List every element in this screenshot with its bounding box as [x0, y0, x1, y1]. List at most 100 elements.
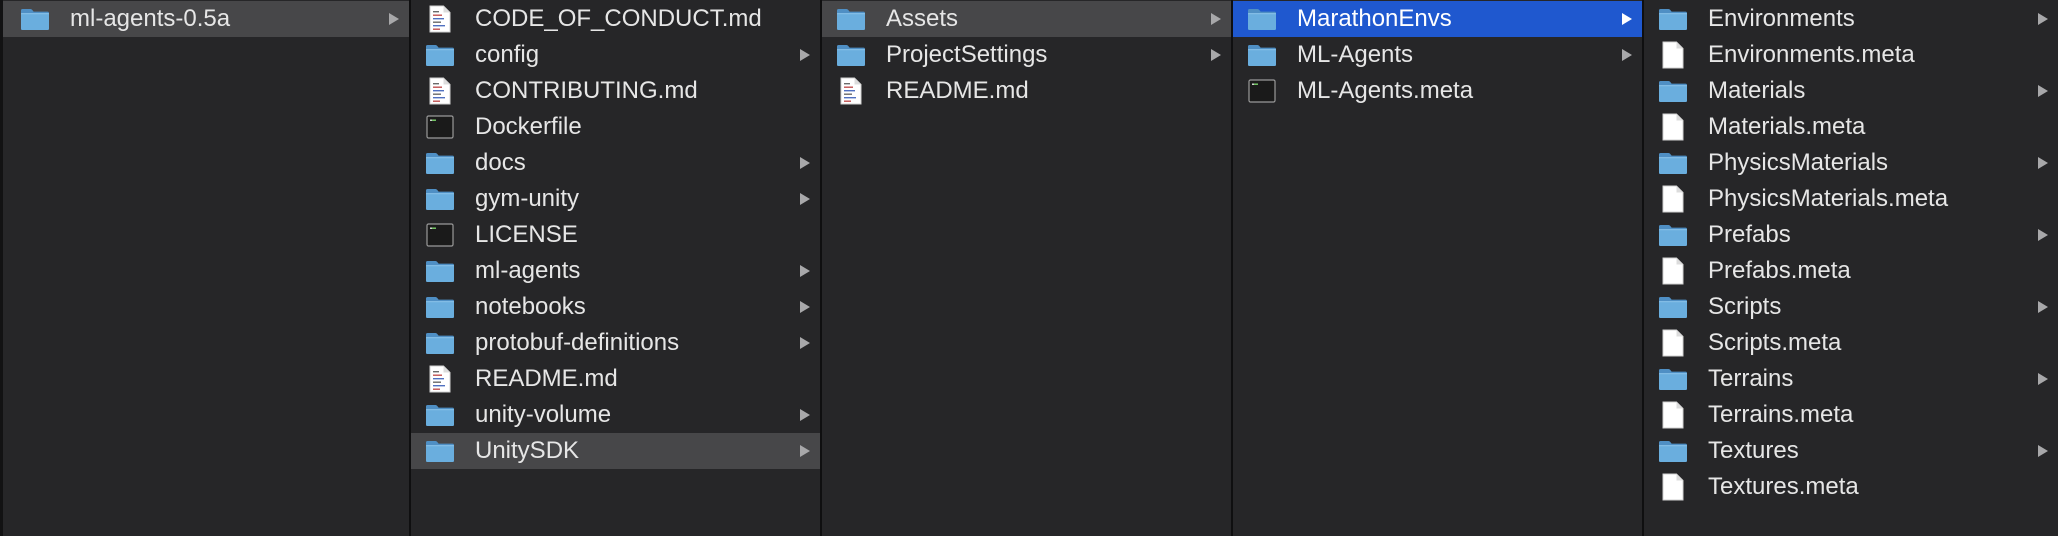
- item-label: MarathonEnvs: [1297, 5, 1452, 32]
- chevron-right-icon: [798, 155, 812, 171]
- list-item[interactable]: Prefabs: [1644, 217, 2058, 253]
- folder-icon: [1656, 292, 1690, 322]
- list-item[interactable]: Environments: [1644, 1, 2058, 37]
- list-item[interactable]: Materials.meta: [1644, 109, 2058, 145]
- chevron-right-icon: [798, 335, 812, 351]
- chevron-right-icon: [1209, 47, 1223, 63]
- folder-icon: [1245, 4, 1279, 34]
- list-item[interactable]: unity-volume: [411, 397, 820, 433]
- folder-icon: [1656, 76, 1690, 106]
- finder-column-browser: ml-agents-0.5a CODE_OF_CONDUCT.md config C…: [0, 0, 2058, 536]
- markdown-file-icon: [834, 76, 868, 106]
- chevron-right-icon: [798, 407, 812, 423]
- folder-icon: [1656, 220, 1690, 250]
- folder-icon: [423, 40, 457, 70]
- item-label: Prefabs.meta: [1708, 257, 1851, 284]
- folder-icon: [834, 4, 868, 34]
- folder-icon: [423, 436, 457, 466]
- item-label: Materials.meta: [1708, 113, 1866, 140]
- folder-icon: [423, 184, 457, 214]
- blank-file-icon: [1656, 400, 1690, 430]
- folder-icon: [1245, 40, 1279, 70]
- chevron-right-icon: [1209, 11, 1223, 27]
- list-item[interactable]: notebooks: [411, 289, 820, 325]
- list-item[interactable]: Terrains.meta: [1644, 397, 2058, 433]
- folder-icon: [1656, 4, 1690, 34]
- list-item[interactable]: Materials: [1644, 73, 2058, 109]
- chevron-right-icon: [2036, 83, 2050, 99]
- chevron-right-icon: [2036, 443, 2050, 459]
- list-item[interactable]: ml-agents-0.5a: [3, 1, 409, 37]
- list-item[interactable]: Dockerfile: [411, 109, 820, 145]
- blank-file-icon: [1656, 256, 1690, 286]
- markdown-file-icon: [423, 76, 457, 106]
- item-label: Textures.meta: [1708, 473, 1859, 500]
- list-item[interactable]: Assets: [822, 1, 1231, 37]
- chevron-right-icon: [798, 47, 812, 63]
- item-label: Environments.meta: [1708, 41, 1915, 68]
- list-item[interactable]: ML-Agents.meta: [1233, 73, 1642, 109]
- item-label: protobuf-definitions: [475, 329, 680, 356]
- list-item[interactable]: Textures: [1644, 433, 2058, 469]
- exec-file-icon: [1245, 76, 1279, 106]
- chevron-right-icon: [798, 443, 812, 459]
- markdown-file-icon: [423, 364, 457, 394]
- list-item[interactable]: Scripts.meta: [1644, 325, 2058, 361]
- item-label: Materials: [1708, 77, 1806, 104]
- item-label: CODE_OF_CONDUCT.md: [475, 5, 762, 32]
- folder-icon: [423, 328, 457, 358]
- chevron-right-icon: [2036, 371, 2050, 387]
- list-item[interactable]: ProjectSettings: [822, 37, 1231, 73]
- list-item[interactable]: config: [411, 37, 820, 73]
- column-2[interactable]: CODE_OF_CONDUCT.mdconfig CONTRIBUTING.md D…: [411, 0, 822, 536]
- list-item[interactable]: UnitySDK: [411, 433, 820, 469]
- list-item[interactable]: docs: [411, 145, 820, 181]
- list-item[interactable]: Terrains: [1644, 361, 2058, 397]
- chevron-right-icon: [798, 263, 812, 279]
- column-4[interactable]: MarathonEnvs ML-Agents ML-Agents.meta: [1233, 0, 1644, 536]
- list-item[interactable]: Textures.meta: [1644, 469, 2058, 505]
- item-label: config: [475, 41, 540, 68]
- list-item[interactable]: README.md: [411, 361, 820, 397]
- exec-file-icon: [423, 220, 457, 250]
- item-label: README.md: [886, 77, 1029, 104]
- item-label: Prefabs: [1708, 221, 1791, 248]
- chevron-right-icon: [2036, 227, 2050, 243]
- blank-file-icon: [1656, 40, 1690, 70]
- exec-file-icon: [423, 112, 457, 142]
- column-3[interactable]: Assets ProjectSettings README.md: [822, 0, 1233, 536]
- list-item[interactable]: PhysicsMaterials: [1644, 145, 2058, 181]
- item-label: ProjectSettings: [886, 41, 1048, 68]
- column-1[interactable]: ml-agents-0.5a: [0, 0, 411, 536]
- list-item[interactable]: MarathonEnvs: [1233, 1, 1642, 37]
- chevron-right-icon: [1620, 47, 1634, 63]
- list-item[interactable]: CODE_OF_CONDUCT.md: [411, 1, 820, 37]
- list-item[interactable]: ML-Agents: [1233, 37, 1642, 73]
- item-label: Assets: [886, 5, 959, 32]
- list-item[interactable]: gym-unity: [411, 181, 820, 217]
- blank-file-icon: [1656, 184, 1690, 214]
- list-item[interactable]: Environments.meta: [1644, 37, 2058, 73]
- chevron-right-icon: [2036, 11, 2050, 27]
- folder-icon: [423, 400, 457, 430]
- blank-file-icon: [1656, 112, 1690, 142]
- list-item[interactable]: ml-agents: [411, 253, 820, 289]
- folder-icon: [1656, 148, 1690, 178]
- column-5[interactable]: Environments Environments.meta Materials Ma…: [1644, 0, 2058, 536]
- item-label: Scripts: [1708, 293, 1782, 320]
- list-item[interactable]: PhysicsMaterials.meta: [1644, 181, 2058, 217]
- list-item[interactable]: README.md: [822, 73, 1231, 109]
- list-item[interactable]: CONTRIBUTING.md: [411, 73, 820, 109]
- list-item[interactable]: LICENSE: [411, 217, 820, 253]
- list-item[interactable]: Prefabs.meta: [1644, 253, 2058, 289]
- folder-icon: [423, 256, 457, 286]
- item-label: Terrains: [1708, 365, 1794, 392]
- list-item[interactable]: protobuf-definitions: [411, 325, 820, 361]
- markdown-file-icon: [423, 4, 457, 34]
- list-item[interactable]: Scripts: [1644, 289, 2058, 325]
- item-label: ml-agents-0.5a: [70, 5, 231, 32]
- folder-icon: [18, 4, 52, 34]
- chevron-right-icon: [798, 191, 812, 207]
- chevron-right-icon: [1620, 11, 1634, 27]
- chevron-right-icon: [798, 299, 812, 315]
